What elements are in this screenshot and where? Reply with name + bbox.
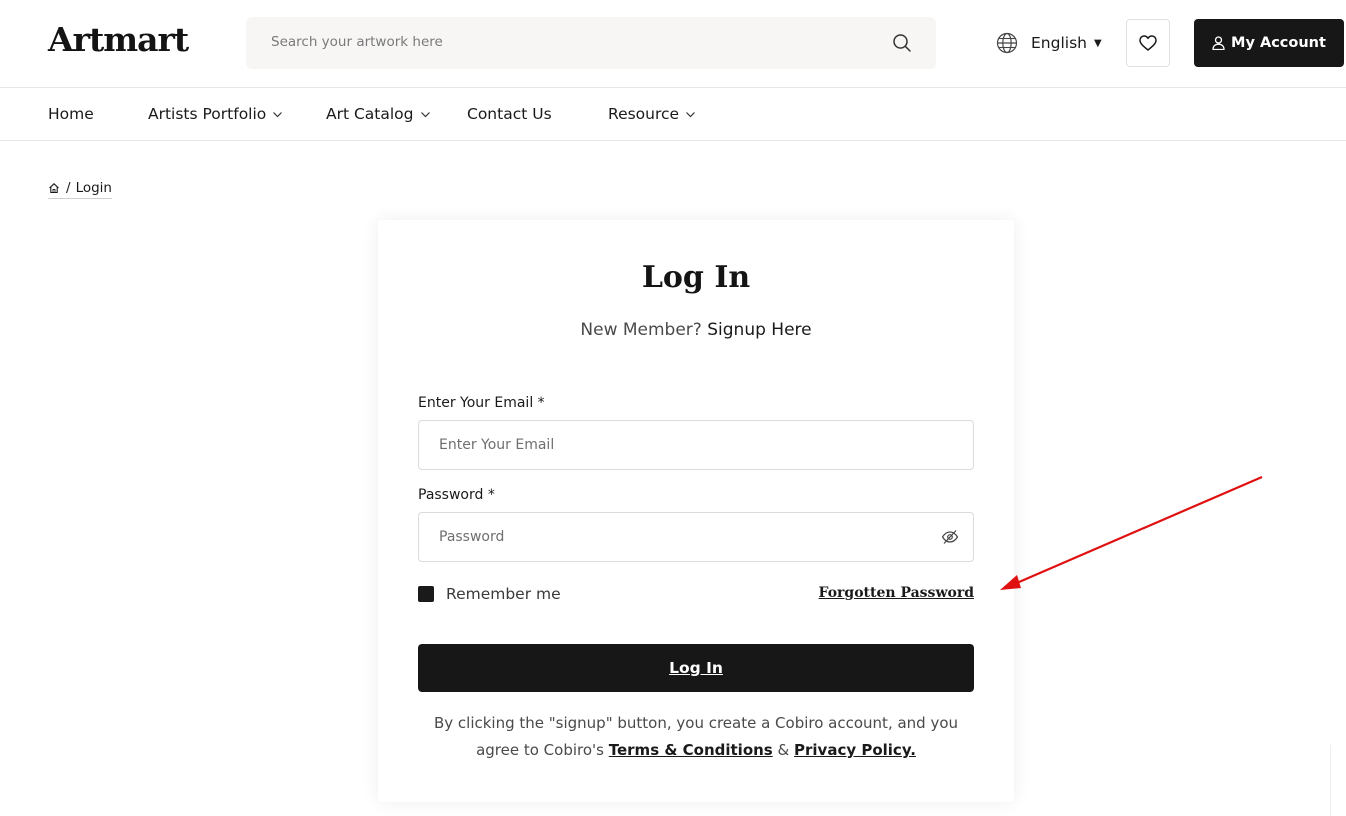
nav-label: Resource — [608, 105, 680, 123]
scroll-edge — [1330, 745, 1331, 816]
terms-and: & — [777, 741, 790, 759]
privacy-link[interactable]: Privacy Policy. — [794, 741, 916, 759]
nav-item-art-catalog[interactable]: Art Catalog — [326, 105, 431, 123]
new-member-text: New Member? — [580, 320, 702, 340]
eye-off-icon[interactable] — [941, 528, 959, 546]
remember-label: Remember me — [446, 585, 561, 603]
chevron-down-icon — [686, 111, 696, 117]
site-logo[interactable]: Artmart — [48, 20, 189, 59]
user-icon — [1212, 36, 1225, 50]
chevron-down-icon — [273, 111, 283, 117]
heart-icon — [1139, 35, 1157, 51]
breadcrumb-current: Login — [75, 180, 112, 196]
nav-item-contact-us[interactable]: Contact Us — [467, 105, 552, 123]
terms-link[interactable]: Terms & Conditions — [609, 741, 773, 759]
terms-text: By clicking the "signup" button, you cre… — [418, 710, 974, 764]
nav-label: Artists Portfolio — [148, 105, 267, 123]
breadcrumb-separator: / — [66, 180, 71, 196]
language-label: English — [1031, 34, 1087, 52]
new-member-prompt: New Member? Signup Here — [378, 320, 1014, 340]
password-field[interactable]: Password — [418, 512, 974, 562]
search-input[interactable]: Search your artwork here — [246, 17, 936, 69]
wishlist-button[interactable] — [1126, 19, 1170, 67]
my-account-label: My Account — [1231, 35, 1326, 51]
site-header: Artmart Search your artwork here English… — [0, 0, 1346, 88]
nav-item-artists-portfolio[interactable]: Artists Portfolio — [148, 105, 283, 123]
globe-icon — [996, 32, 1018, 54]
remember-checkbox[interactable] — [418, 586, 434, 602]
nav-item-resource[interactable]: Resource — [608, 105, 696, 123]
main-nav: Home Artists Portfolio Art Catalog Conta… — [0, 88, 1346, 141]
search-icon[interactable] — [892, 33, 912, 53]
chevron-down-icon — [420, 111, 430, 117]
login-button[interactable]: Log In — [418, 644, 974, 692]
annotation-arrow — [1000, 475, 1263, 590]
home-icon[interactable] — [48, 182, 60, 194]
nav-label: Contact Us — [467, 105, 552, 123]
email-field[interactable]: Enter Your Email — [418, 420, 974, 470]
nav-label: Home — [48, 105, 94, 123]
nav-item-home[interactable]: Home — [48, 105, 94, 123]
email-placeholder: Enter Your Email — [439, 437, 555, 453]
login-card: Log In New Member? Signup Here Enter You… — [378, 220, 1014, 802]
my-account-button[interactable]: My Account — [1194, 19, 1344, 67]
signup-link[interactable]: Signup Here — [707, 320, 811, 340]
email-label: Enter Your Email * — [418, 395, 545, 411]
login-title: Log In — [641, 260, 751, 295]
caret-down-icon: ▼ — [1093, 37, 1102, 49]
forgot-password-link[interactable]: Forgotten Password — [819, 585, 974, 601]
search-placeholder: Search your artwork here — [271, 34, 443, 50]
password-label: Password * — [418, 487, 495, 503]
language-selector[interactable]: English ▼ — [996, 30, 1102, 56]
remember-me[interactable]: Remember me — [418, 585, 561, 603]
breadcrumb: / Login — [48, 180, 112, 199]
nav-label: Art Catalog — [326, 105, 414, 123]
password-placeholder: Password — [439, 529, 505, 545]
